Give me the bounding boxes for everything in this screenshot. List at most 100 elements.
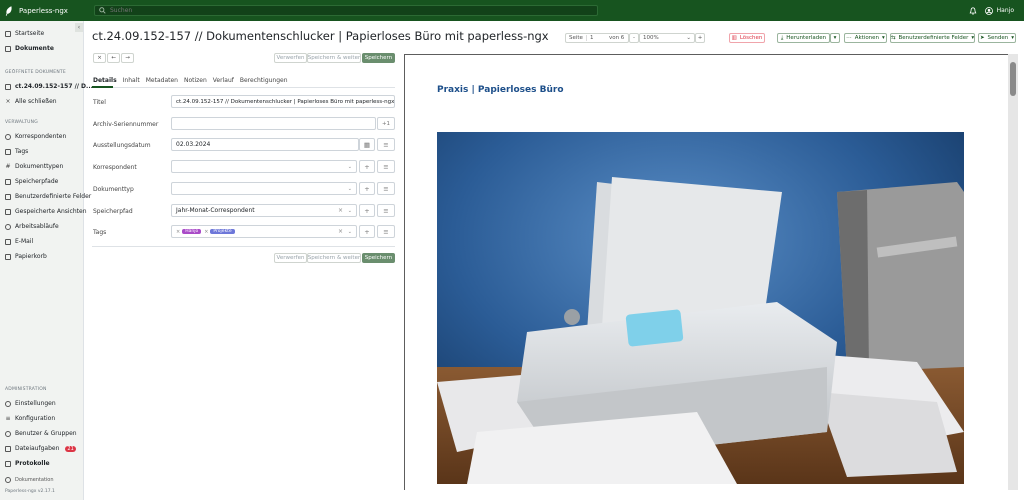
page-title: ct.24.09.152-157 // Dokumentenschlucker … [92, 29, 549, 43]
tags-select[interactable]: × Hanjo × Projekte × ⌄ [171, 225, 357, 238]
doctype-add-button[interactable]: + [359, 182, 375, 195]
sidebar-item-dokumenttypen[interactable]: # Dokumenttypen [5, 163, 63, 170]
filter-icon: ≡ [383, 206, 389, 215]
send-button[interactable]: ➤ Senden ▾ [978, 33, 1016, 43]
sidebar-close-all[interactable]: × Alle schließen [5, 98, 56, 105]
doctype-select[interactable]: ⌄ [171, 182, 357, 195]
next-document-button[interactable]: → [121, 53, 134, 63]
actions-button[interactable]: ⋯ Aktionen ▾ [844, 33, 887, 43]
tabs-divider [92, 87, 395, 88]
tab-details[interactable]: Details [93, 77, 117, 84]
previous-document-button[interactable]: ← [107, 53, 120, 63]
house-icon [5, 30, 11, 37]
sidebar-item-konfiguration[interactable]: ≡ Konfiguration [5, 415, 55, 422]
sidebar-open-document[interactable]: ct.24.09.152-157 // D... [5, 83, 93, 90]
preview-scrollbar[interactable] [1008, 54, 1018, 490]
sidebar-item-speicherpfade[interactable]: Speicherpfade [5, 178, 58, 185]
caret-down-icon: ▾ [882, 35, 885, 41]
scroll-thumb[interactable] [1010, 62, 1016, 96]
sidebar-item-benutzer-gruppen[interactable]: Benutzer & Gruppen [5, 430, 77, 437]
tags-filter-button[interactable]: ≡ [377, 225, 395, 238]
sidebar-item-arbeitsablaeufe[interactable]: Arbeitsabläufe [5, 223, 59, 230]
remove-tag-icon[interactable]: × [176, 229, 180, 235]
save-button[interactable]: Speichern [362, 53, 395, 63]
storage-path-select[interactable]: Jahr-Monat-Correspondent × ⌄ [171, 204, 357, 217]
page-input[interactable]: 1 [585, 35, 606, 41]
sidebar-item-einstellungen[interactable]: Einstellungen [5, 400, 56, 407]
discard-button[interactable]: Verwerfen [274, 53, 307, 63]
close-document-button[interactable]: × [93, 53, 106, 63]
zoom-in-button[interactable]: + [695, 33, 705, 43]
trash-icon: ▥ [731, 35, 737, 41]
sidebar-item-korrespondenten[interactable]: Korrespondenten [5, 133, 66, 140]
bell-icon[interactable] [969, 6, 977, 15]
search-icon [99, 7, 106, 14]
discard-button-bottom[interactable]: Verwerfen [274, 253, 307, 263]
tags-add-button[interactable]: + [359, 225, 375, 238]
search-input[interactable] [110, 7, 590, 14]
zoom-out-button[interactable]: - [629, 33, 639, 43]
tab-notizen[interactable]: Notizen [184, 77, 207, 84]
save-next-button-bottom[interactable]: Speichern & weiter [307, 253, 361, 263]
sidebar-item-benutzerdefinierte-felder[interactable]: Benutzerdefinierte Felder [5, 193, 91, 200]
app-version: Paperless-ngx v2.17.1 [5, 489, 55, 494]
plus-icon: + [364, 206, 370, 215]
plus-icon: + [364, 162, 370, 171]
sidebar-item-startseite[interactable]: Startseite [5, 30, 44, 37]
clear-icon[interactable]: × [338, 228, 343, 235]
send-icon: ➤ [979, 35, 985, 41]
save-button-bottom[interactable]: Speichern [362, 253, 395, 263]
fields-icon [5, 193, 11, 200]
person-icon [5, 133, 11, 140]
filter-icon: ≡ [383, 140, 389, 149]
sidebar-documentation-link[interactable]: Dokumentation [5, 477, 54, 483]
sidebar-item-papierkorb[interactable]: Papierkorb [5, 253, 47, 260]
remove-tag-icon[interactable]: × [204, 229, 208, 235]
storage-path-filter-button[interactable]: ≡ [377, 204, 395, 217]
date-input[interactable]: 02.03.2024 [171, 138, 359, 151]
correspondent-add-button[interactable]: + [359, 160, 375, 173]
sidebar-item-dokumente[interactable]: Dokumente [5, 45, 54, 52]
sidebar: ‹ [0, 21, 84, 500]
sidebar-item-gespeicherte-ansichten[interactable]: Gespeicherte Ansichten [5, 208, 87, 215]
user-menu[interactable]: Hanjo [984, 6, 1014, 15]
filter-icon: ≡ [383, 162, 389, 171]
calendar-button[interactable]: ▦ [359, 138, 375, 151]
caret-down-icon: ▾ [971, 35, 975, 41]
doctype-filter-button[interactable]: ≡ [377, 182, 395, 195]
zoom-select[interactable]: 100% ⌄ [639, 33, 695, 43]
date-filter-button[interactable]: ≡ [377, 138, 395, 151]
app-brand[interactable]: Paperless-ngx [0, 5, 84, 16]
correspondent-select[interactable]: ⌄ [171, 160, 357, 173]
chevron-down-icon: ⌄ [347, 163, 352, 170]
asn-increment-button[interactable]: +1 [377, 117, 395, 130]
leaf-logo-icon [5, 5, 12, 16]
tab-verlauf[interactable]: Verlauf [213, 77, 234, 84]
custom-fields-button[interactable]: ⇆ Benutzerdefinierte Felder ▾ [890, 33, 975, 43]
minus-icon: - [633, 35, 635, 41]
storage-path-add-button[interactable]: + [359, 204, 375, 217]
document-photo [437, 132, 964, 484]
tab-berechtigungen[interactable]: Berechtigungen [240, 77, 288, 84]
download-button[interactable]: ⤓ Herunterladen [777, 33, 830, 43]
hash-icon: # [5, 162, 11, 170]
section-label-manage: VERWALTUNG [5, 120, 38, 125]
asn-input[interactable] [171, 117, 376, 130]
sidebar-item-tags[interactable]: Tags [5, 148, 28, 155]
download-dropdown-button[interactable]: ▾ [830, 33, 840, 43]
people-icon [5, 430, 11, 437]
title-input[interactable]: ct.24.09.152-157 // Dokumentenschlucker … [171, 95, 395, 108]
clear-icon[interactable]: × [338, 207, 343, 214]
user-avatar-icon [984, 6, 993, 15]
sidebar-item-protokolle[interactable]: Protokolle [5, 460, 50, 467]
correspondent-filter-button[interactable]: ≡ [377, 160, 395, 173]
save-next-button[interactable]: Speichern & weiter [307, 53, 361, 63]
tasks-count-badge: 21 [65, 445, 76, 452]
sidebar-item-dateiaufgaben[interactable]: Dateiaufgaben 21 [5, 445, 76, 452]
tab-inhalt[interactable]: Inhalt [123, 77, 140, 84]
sidebar-collapse-button[interactable]: ‹ [75, 23, 83, 32]
delete-button[interactable]: ▥ Löschen [729, 33, 765, 43]
sidebar-item-email[interactable]: E-Mail [5, 238, 33, 245]
global-search[interactable] [94, 5, 598, 16]
tab-metadaten[interactable]: Metadaten [146, 77, 178, 84]
